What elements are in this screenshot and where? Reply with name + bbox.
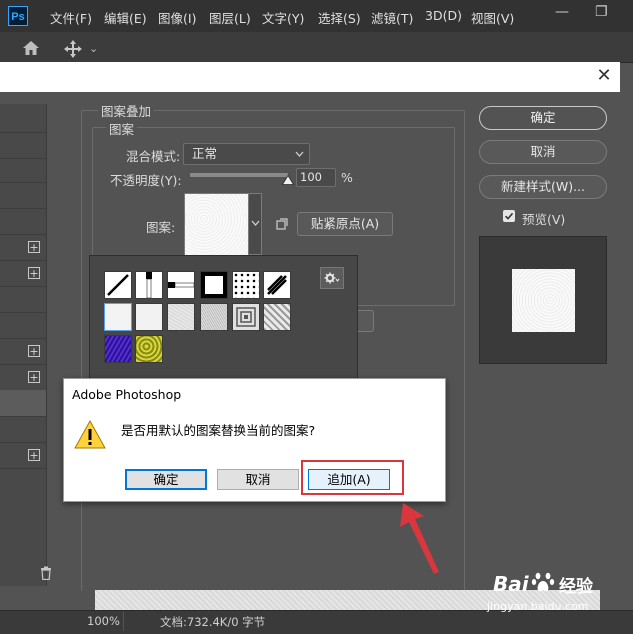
style-preview-box (479, 236, 607, 364)
snap-to-origin-button[interactable]: 贴紧原点(A) (297, 212, 393, 236)
pattern-swatch[interactable] (104, 335, 132, 363)
style-list-divider (0, 132, 46, 133)
baidu-watermark: Bai 经验 jingyan.baidu.com (485, 567, 625, 617)
menu-view[interactable]: 视图(V) (471, 8, 514, 27)
menu-3d[interactable]: 3D(D) (425, 8, 462, 23)
trash-icon[interactable] (40, 566, 52, 580)
cancel-button[interactable]: 取消 (479, 140, 607, 164)
menu-layer[interactable]: 图层(L) (209, 8, 251, 27)
preview-label: 预览(V) (522, 212, 566, 227)
pattern-swatch[interactable] (200, 303, 228, 331)
menu-edit[interactable]: 编辑(E) (104, 8, 147, 27)
blend-mode-value: 正常 (192, 146, 218, 161)
pattern-picker-toggle[interactable] (248, 193, 262, 255)
pattern-label: 图案: (146, 220, 176, 235)
menu-filter[interactable]: 滤镜(T) (371, 8, 413, 27)
style-list-item-selected[interactable] (0, 390, 46, 416)
style-list-divider (0, 442, 46, 443)
style-list-divider (0, 416, 46, 417)
opacity-slider-fill (190, 173, 288, 177)
chevron-down-icon (295, 151, 304, 157)
style-list-divider (0, 468, 46, 469)
watermark-logo-text: Bai (493, 572, 529, 596)
minimize-button[interactable]: — (555, 4, 569, 20)
preview-checkbox[interactable] (503, 210, 515, 222)
menu-image[interactable]: 图像(I) (158, 8, 196, 27)
pattern-swatch[interactable] (167, 271, 195, 299)
picker-settings-button[interactable] (320, 267, 344, 289)
pattern-swatch[interactable] (232, 271, 260, 299)
restore-button[interactable]: ❐ (595, 4, 608, 20)
pattern-picker-panel (89, 255, 358, 382)
alert-title: Adobe Photoshop (72, 387, 182, 402)
ok-button[interactable]: 确定 (479, 106, 607, 130)
highlight-arrow (400, 503, 439, 574)
highlight-box (301, 460, 404, 495)
gear-icon (324, 272, 340, 284)
pattern-overlay-title: 图案叠加 (98, 101, 155, 120)
pattern-swatch[interactable] (135, 303, 163, 331)
pattern-swatch[interactable] (167, 303, 195, 331)
pattern-swatch[interactable] (263, 303, 291, 331)
style-list-divider (0, 364, 46, 365)
home-icon[interactable] (22, 40, 40, 56)
menu-type[interactable]: 文字(Y) (262, 8, 304, 27)
menu-select[interactable]: 选择(S) (318, 8, 361, 27)
add-style-icon[interactable]: + (28, 345, 40, 357)
warning-icon (74, 419, 106, 449)
document-info: 文档:732.4K/0 字节 (160, 615, 266, 629)
photoshop-logo: Ps (8, 6, 28, 26)
alert-ok-button[interactable]: 确定 (125, 469, 207, 490)
pattern-swatch-selected[interactable] (104, 303, 132, 331)
close-icon[interactable]: ✕ (594, 64, 614, 88)
add-style-icon[interactable]: + (28, 371, 40, 383)
menu-file[interactable]: 文件(F) (50, 8, 92, 27)
watermark-url: jingyan.baidu.com (487, 600, 589, 613)
style-preview-swatch (512, 269, 575, 332)
move-tool-chevron[interactable]: ⌄ (89, 42, 98, 55)
opacity-slider-track[interactable] (190, 173, 288, 177)
new-preset-icon[interactable] (276, 218, 288, 230)
alert-message: 是否用默认的图案替换当前的图案? (121, 423, 316, 438)
opacity-slider-thumb[interactable] (282, 175, 294, 185)
style-list-divider (0, 182, 46, 183)
move-tool-icon[interactable] (63, 39, 83, 59)
style-list-divider (0, 312, 46, 313)
pattern-swatch[interactable] (135, 335, 163, 363)
status-divider (123, 612, 124, 631)
pattern-group-title: 图案 (106, 119, 138, 138)
style-list-divider (0, 338, 46, 339)
zoom-level[interactable]: 100% (87, 614, 120, 628)
style-list-divider (0, 260, 46, 261)
blend-mode-label: 混合模式: (126, 149, 181, 164)
pattern-swatch[interactable] (135, 271, 163, 299)
style-list-divider (0, 286, 46, 287)
blend-mode-select[interactable]: 正常 (183, 143, 310, 165)
menu-bar (0, 0, 633, 32)
opacity-label: 不透明度(Y): (110, 173, 182, 188)
add-style-icon[interactable]: + (28, 267, 40, 279)
alert-cancel-button[interactable]: 取消 (217, 469, 299, 490)
opacity-unit: % (341, 170, 353, 185)
style-list-panel: + + + + + (0, 104, 51, 586)
watermark-logo-text2: 经验 (559, 577, 593, 597)
new-style-button[interactable]: 新建样式(W)... (479, 175, 607, 199)
opacity-input[interactable]: 100 (296, 168, 336, 187)
chevron-down-icon (251, 220, 260, 226)
pattern-thumbnail[interactable] (184, 193, 249, 257)
checkmark-icon (504, 212, 514, 220)
add-style-icon[interactable]: + (28, 449, 40, 461)
pattern-swatch[interactable] (263, 271, 291, 299)
pattern-swatch[interactable] (104, 271, 132, 299)
style-list-divider (0, 208, 46, 209)
style-list-divider (0, 234, 46, 235)
paw-logo-icon (531, 572, 555, 592)
pattern-swatch[interactable] (200, 271, 228, 299)
pattern-swatch[interactable] (232, 303, 260, 331)
style-list-divider (0, 158, 46, 159)
add-style-icon[interactable]: + (28, 241, 40, 253)
dialog-title-bar (0, 62, 620, 92)
